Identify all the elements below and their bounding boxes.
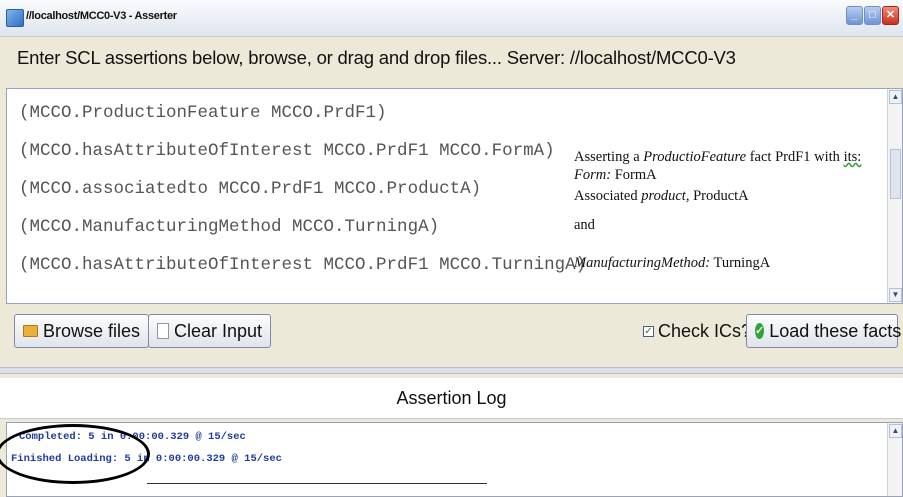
annotation-line: and (574, 217, 595, 233)
annotation-text: ProductA (689, 188, 749, 204)
clear-input-button[interactable]: Clear Input (148, 314, 272, 348)
log-scrollbar[interactable]: ▲ (887, 423, 902, 496)
annotation-text: Asserting a (574, 149, 644, 165)
check-ics-option[interactable]: ✓ Check ICs? (643, 321, 751, 342)
editor-scrollbar[interactable]: ▲ ▼ (887, 89, 902, 303)
annotation-line: Form: FormA (574, 167, 657, 184)
log-header: Assertion Log (0, 378, 903, 419)
clear-input-label: Clear Input (174, 320, 263, 341)
annotation-text: product, (641, 188, 690, 204)
annotation-text: FormA (611, 167, 657, 183)
assertion-line: (MCCO.ManufacturingMethod MCCO.TurningA) (19, 217, 440, 237)
asserter-window: //localhost/MCC0-V3 - Asserter _ □ ✕ Ent… (0, 0, 903, 497)
folder-icon (23, 325, 38, 337)
title-bar: //localhost/MCC0-V3 - Asserter _ □ ✕ (0, 0, 903, 37)
window-controls: _ □ ✕ (846, 6, 899, 25)
annotation-text: Associated (574, 188, 642, 204)
annotation-line: ManufacturingMethod: TurningA (574, 255, 770, 272)
scroll-up-icon[interactable]: ▲ (889, 90, 902, 104)
splitter[interactable] (0, 367, 903, 374)
assertion-line: (MCCO.hasAttributeOfInterest MCCO.PrdF1 … (19, 255, 587, 275)
load-facts-button[interactable]: ✓ Load these facts (746, 314, 902, 348)
log-title: Assertion Log (396, 388, 507, 408)
log-separator (147, 483, 487, 484)
assertion-line: (MCCO.associatedto MCCO.PrdF1 MCCO.Produ… (19, 179, 482, 199)
load-facts-label: Load these facts (769, 320, 902, 341)
page-icon (157, 323, 169, 339)
maximize-button[interactable]: □ (864, 6, 881, 25)
assertion-input[interactable]: (MCCO.ProductionFeature MCCO.PrdF1) (MCC… (6, 88, 903, 304)
scroll-thumb[interactable] (890, 149, 901, 199)
scroll-down-icon[interactable]: ▼ (889, 288, 902, 302)
assertion-line: (MCCO.hasAttributeOfInterest MCCO.PrdF1 … (19, 141, 555, 161)
highlight-circle (0, 424, 150, 484)
green-check-icon: ✓ (755, 323, 765, 339)
check-ics-checkbox[interactable]: ✓ (643, 326, 654, 337)
assertion-line: (MCCO.ProductionFeature MCCO.PrdF1) (19, 103, 387, 123)
check-ics-label: Check ICs? (658, 321, 752, 341)
minimize-button[interactable]: _ (846, 6, 863, 25)
annotation-line: Asserting a ProductioFeature fact PrdF1 … (574, 149, 861, 166)
annotation-text: its: (843, 149, 862, 165)
close-button[interactable]: ✕ (882, 6, 899, 25)
instructions-label: Enter SCL assertions below, browse, or d… (17, 47, 736, 68)
annotation-text: ManufacturingMethod: (574, 255, 711, 271)
annotation-text: ProductioFeature (643, 149, 747, 165)
annotation-text: fact PrdF1 with (746, 149, 844, 165)
annotation-text: TurningA (710, 255, 771, 271)
browse-files-button[interactable]: Browse files (14, 314, 150, 348)
log-scroll-up-icon[interactable]: ▲ (889, 424, 902, 438)
window-title: //localhost/MCC0-V3 - Asserter (26, 10, 177, 22)
browse-files-label: Browse files (43, 320, 141, 341)
annotation-text: Form: (574, 167, 612, 183)
app-icon (6, 9, 24, 27)
annotation-line: Associated product, ProductA (574, 188, 749, 205)
